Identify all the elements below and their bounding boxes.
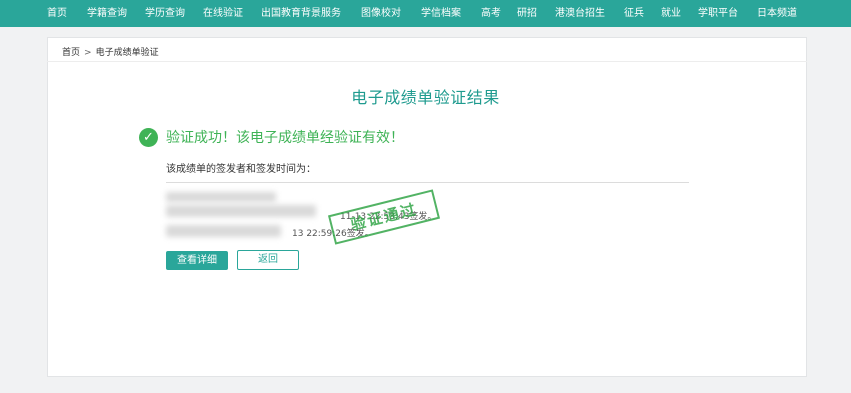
- nav-item-xueli[interactable]: 学历查询: [145, 0, 185, 27]
- redacted-signer-detail-2: [166, 225, 281, 237]
- nav-item-gaokao[interactable]: 高考: [481, 0, 501, 27]
- nav-item-online-verify[interactable]: 在线验证: [203, 0, 243, 27]
- redacted-signer-name-1: [166, 192, 276, 202]
- breadcrumb-separator: >: [84, 48, 92, 58]
- check-circle-icon: ✓: [139, 128, 158, 147]
- top-navigation-bar: 首页 学籍查询 学历查询 在线验证 出国教育背景服务 图像校对 学信档案 高考 …: [0, 0, 851, 27]
- nav-item-xuezhi[interactable]: 学职平台: [698, 0, 738, 27]
- nav-item-image-check[interactable]: 图像校对: [361, 0, 401, 27]
- nav-item-yanzhao[interactable]: 研招: [517, 0, 537, 27]
- breadcrumb-current: 电子成绩单验证: [95, 48, 159, 58]
- back-button[interactable]: 返回: [237, 250, 299, 270]
- nav-item-gangaotai[interactable]: 港澳台招生: [555, 0, 605, 27]
- nav-item-home[interactable]: 首页: [47, 0, 67, 27]
- nav-item-abroad-service[interactable]: 出国教育背景服务: [261, 0, 341, 27]
- success-message: 验证成功！该电子成绩单经验证有效！: [166, 130, 404, 146]
- nav-item-zhengbing[interactable]: 征兵: [624, 0, 644, 27]
- signers-divider: [166, 182, 689, 183]
- nav-item-japan[interactable]: 日本频道: [757, 0, 797, 27]
- nav-item-xuexin-archive[interactable]: 学信档案: [421, 0, 461, 27]
- nav-item-jiuye[interactable]: 就业: [661, 0, 681, 27]
- breadcrumb-home-link[interactable]: 首页: [62, 48, 80, 58]
- nav-item-xueji[interactable]: 学籍查询: [87, 0, 127, 27]
- redacted-signer-detail-1: [166, 205, 316, 217]
- breadcrumb: 首页 > 电子成绩单验证: [62, 45, 159, 58]
- page-title: 电子成绩单验证结果: [351, 88, 500, 107]
- signers-heading: 该成绩单的签发者和签发时间为：: [166, 164, 316, 175]
- breadcrumb-divider: [47, 61, 807, 62]
- view-details-button[interactable]: 查看详细: [166, 251, 228, 270]
